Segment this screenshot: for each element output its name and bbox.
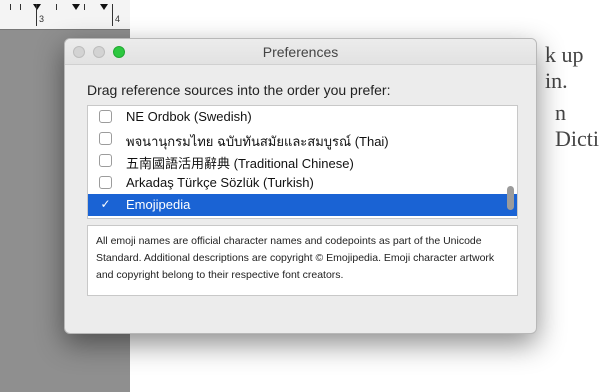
checkmark-icon[interactable]: ✓ xyxy=(99,198,112,211)
preferences-window: Preferences Drag reference sources into … xyxy=(64,38,537,334)
tab-stop-marker[interactable] xyxy=(33,4,41,10)
ruler-tick xyxy=(20,4,21,10)
ruler-tick xyxy=(10,4,11,10)
list-item[interactable]: พจนานุกรมไทย ฉบับทันสมัยและสมบูรณ์ (Thai… xyxy=(88,128,517,150)
ruler-number: 3 xyxy=(39,14,45,24)
source-checkbox[interactable] xyxy=(99,176,112,189)
ruler: 3 4 xyxy=(0,0,130,30)
source-checkbox[interactable] xyxy=(99,154,112,167)
tab-stop-marker[interactable] xyxy=(100,4,108,10)
source-checkbox[interactable] xyxy=(99,110,112,123)
source-label: Arkadaş Türkçe Sözlük (Turkish) xyxy=(126,175,314,190)
instruction-label: Drag reference sources into the order yo… xyxy=(87,82,391,98)
document-text-line: n Dicti xyxy=(555,100,599,151)
list-item[interactable]: NE Ordbok (Swedish) xyxy=(88,106,517,128)
window-title: Preferences xyxy=(262,44,339,60)
title-bar[interactable]: Preferences xyxy=(65,39,536,65)
source-checkbox[interactable] xyxy=(99,132,112,145)
source-description: All emoji names are official character n… xyxy=(87,225,518,296)
source-label: NE Ordbok (Swedish) xyxy=(126,109,252,124)
list-item-selected[interactable]: ✓ Emojipedia xyxy=(88,194,517,216)
reference-sources-list[interactable]: NE Ordbok (Swedish) พจนานุกรมไทย ฉบับทัน… xyxy=(87,105,518,219)
tab-stop-marker[interactable] xyxy=(72,4,80,10)
ruler-tick xyxy=(112,4,113,26)
list-item[interactable]: 五南國語活用辭典 (Traditional Chinese) xyxy=(88,150,517,172)
source-label: 五南國語活用辭典 (Traditional Chinese) xyxy=(126,156,354,171)
list-item[interactable]: Arkadaş Türkçe Sözlük (Turkish) xyxy=(88,172,517,194)
ruler-tick xyxy=(56,4,57,10)
source-label: พจนานุกรมไทย ฉบับทันสมัยและสมบูรณ์ (Thai… xyxy=(126,134,389,149)
ruler-tick xyxy=(36,4,37,26)
ruler-number: 4 xyxy=(115,14,121,24)
ruler-tick xyxy=(84,4,85,10)
source-label: Emojipedia xyxy=(126,197,191,212)
document-text-line: k up in. xyxy=(545,42,584,93)
list-scrollbar[interactable] xyxy=(507,186,514,210)
